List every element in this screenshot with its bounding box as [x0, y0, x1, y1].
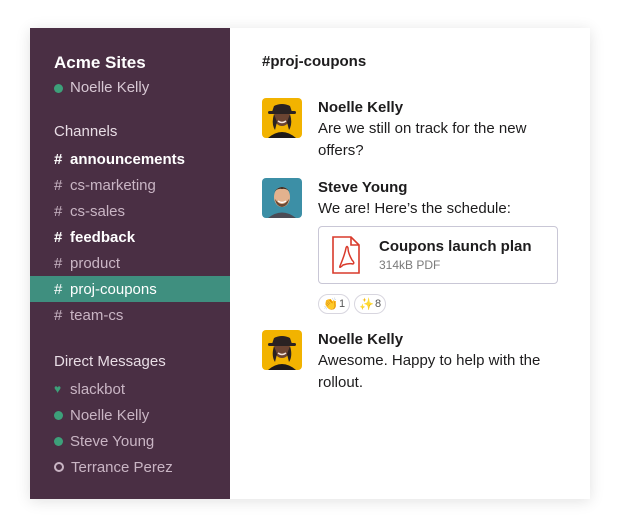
reaction-sparkles[interactable]: ✨ 8 — [354, 294, 387, 314]
away-status-icon — [54, 462, 64, 472]
channel-label: proj-coupons — [70, 280, 157, 298]
online-status-icon — [54, 83, 63, 93]
sidebar-item-team-cs[interactable]: # team-cs — [30, 302, 230, 328]
hash-icon: # — [54, 254, 63, 272]
message-text: Awesome. Happy to help with the rollout. — [318, 352, 541, 391]
message-body: Noelle Kelly Awesome. Happy to help with… — [318, 330, 560, 394]
sidebar-item-slackbot[interactable]: ♥ slackbot — [30, 376, 230, 402]
current-user-name: Noelle Kelly — [70, 79, 150, 96]
app-window: Acme Sites Noelle Kelly Channels # annou… — [30, 28, 590, 499]
channel-label: team-cs — [70, 306, 124, 324]
channels-section-title[interactable]: Channels — [30, 122, 230, 142]
channel-label: product — [70, 254, 121, 272]
workspace-name[interactable]: Acme Sites — [30, 52, 230, 74]
message: Steve Young We are! Here’s the schedule:… — [262, 178, 560, 314]
file-name: Coupons launch plan — [379, 238, 532, 255]
channel-label: cs-marketing — [70, 176, 156, 194]
message-text: Are we still on track for the new offers… — [318, 120, 527, 159]
sidebar-item-announcements[interactable]: # announcements — [30, 146, 230, 172]
message: Noelle Kelly Awesome. Happy to help with… — [262, 330, 560, 394]
reactions: 👏 1 ✨ 8 — [318, 294, 560, 314]
message-text: We are! Here’s the schedule: — [318, 200, 511, 217]
dm-label: Noelle Kelly — [70, 406, 150, 424]
dm-label: Terrance Perez — [71, 458, 173, 476]
file-info: Coupons launch plan 314kB PDF — [379, 237, 532, 273]
hash-icon: # — [54, 176, 63, 194]
message-author[interactable]: Steve Young — [318, 178, 560, 198]
sidebar: Acme Sites Noelle Kelly Channels # annou… — [30, 28, 230, 499]
reaction-count: 8 — [375, 298, 382, 310]
heart-icon: ♥ — [54, 382, 62, 396]
message-author[interactable]: Noelle Kelly — [318, 98, 560, 118]
online-status-icon — [54, 410, 63, 420]
file-attachment[interactable]: Coupons launch plan 314kB PDF — [318, 226, 558, 284]
message-body: Steve Young We are! Here’s the schedule:… — [318, 178, 560, 314]
message: Noelle Kelly Are we still on track for t… — [262, 98, 560, 162]
hash-icon: # — [54, 306, 63, 324]
sidebar-item-terrance-perez[interactable]: Terrance Perez — [30, 454, 230, 480]
message-author[interactable]: Noelle Kelly — [318, 330, 560, 350]
sidebar-item-cs-sales[interactable]: # cs-sales — [30, 198, 230, 224]
current-user[interactable]: Noelle Kelly — [30, 78, 230, 98]
online-status-icon — [54, 436, 63, 446]
reaction-count: 1 — [338, 298, 346, 310]
clap-emoji-icon: 👏 — [323, 297, 338, 311]
sidebar-item-cs-marketing[interactable]: # cs-marketing — [30, 172, 230, 198]
channel-label: announcements — [70, 150, 186, 168]
sidebar-item-steve-young[interactable]: Steve Young — [30, 428, 230, 454]
hash-icon: # — [54, 280, 63, 298]
sidebar-item-feedback[interactable]: # feedback — [30, 224, 230, 250]
dm-label: slackbot — [70, 380, 126, 398]
pdf-file-icon — [332, 236, 360, 274]
sidebar-item-product[interactable]: # product — [30, 250, 230, 276]
sidebar-item-noelle-kelly[interactable]: Noelle Kelly — [30, 402, 230, 428]
direct-messages-section-title[interactable]: Direct Messages — [30, 352, 230, 372]
reaction-clap[interactable]: 👏 1 — [318, 294, 351, 314]
hash-icon: # — [54, 150, 63, 168]
channel-header[interactable]: #proj-coupons — [262, 52, 560, 72]
avatar-noelle-kelly[interactable] — [262, 98, 302, 138]
hash-icon: # — [54, 228, 63, 246]
avatar-noelle-kelly[interactable] — [262, 330, 302, 370]
channel-label: feedback — [70, 228, 136, 246]
message-pane: #proj-coupons Noelle Kelly Are we still … — [230, 28, 590, 499]
hash-icon: # — [54, 202, 63, 220]
sidebar-item-proj-coupons[interactable]: # proj-coupons — [30, 276, 230, 302]
sparkles-emoji-icon: ✨ — [359, 297, 375, 311]
message-body: Noelle Kelly Are we still on track for t… — [318, 98, 560, 162]
avatar-steve-young[interactable] — [262, 178, 302, 218]
file-meta: 314kB PDF — [379, 258, 441, 272]
dm-label: Steve Young — [70, 432, 155, 450]
channel-label: cs-sales — [70, 202, 126, 220]
